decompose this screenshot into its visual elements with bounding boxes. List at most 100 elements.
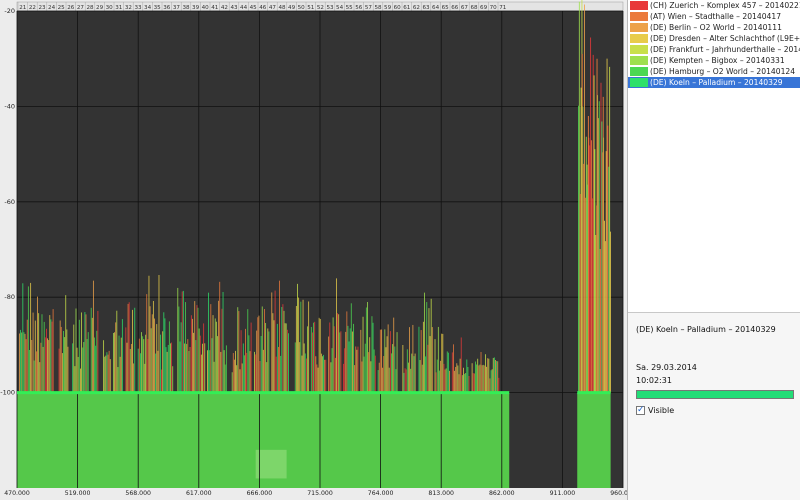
ruler-label: 71 (499, 5, 507, 11)
ruler-label: 61 (403, 5, 411, 11)
series-list-item[interactable]: (DE) Dresden – Alter Schlachthof (L9E+P8… (628, 33, 800, 44)
y-tick-label: -60 (4, 198, 15, 206)
x-tick-label: 764.000 (368, 490, 394, 497)
signal-floor-patch (255, 449, 287, 479)
series-list-item[interactable]: (CH) Zuerich – Komplex 457 – 20140221 (628, 0, 800, 11)
ruler-label: 45 (250, 5, 258, 11)
series-list-item[interactable]: (DE) Kempten – Bigbox – 20140331 (628, 55, 800, 66)
series-color-swatch (630, 78, 648, 87)
ruler-label: 39 (192, 5, 200, 11)
ruler-label: 29 (96, 5, 104, 11)
series-list-item[interactable]: (DE) Hamburg – O2 World – 20140124 (628, 66, 800, 77)
series-label: (CH) Zuerich – Komplex 457 – 20140221 (650, 1, 800, 10)
series-color-swatch (630, 56, 648, 65)
series-label: (DE) Dresden – Alter Schlachthof (L9E+P8… (650, 34, 800, 43)
ruler-label: 24 (48, 5, 56, 11)
ruler-label: 40 (202, 5, 210, 11)
ruler-label: 67 (461, 5, 469, 11)
x-tick-label: 911.000 (550, 490, 576, 497)
ruler-label: 46 (259, 5, 267, 11)
series-label: (AT) Wien – Stadthalle – 20140417 (650, 12, 782, 21)
series-color-swatch (630, 67, 648, 76)
ruler-label: 70 (490, 5, 498, 11)
ruler-label: 34 (144, 5, 152, 11)
spectrum-chart[interactable]: 21 22 23 24 25 26 27 28 29 30 31 32 33 34 35 36 37 38 39 40… (0, 0, 627, 500)
ruler-label: 58 (374, 5, 382, 11)
x-tick-label: 519.000 (65, 490, 91, 497)
ruler-label: 32 (125, 5, 132, 11)
ruler-label: 37 (173, 5, 181, 11)
series-list-item[interactable]: (AT) Wien – Stadthalle – 20140417 (628, 11, 800, 22)
series-label: (DE) Berlin – O2 World – 20140111 (650, 23, 782, 32)
series-color-swatch (630, 12, 648, 21)
series-label: (DE) Hamburg – O2 World – 20140124 (650, 67, 796, 76)
ruler-label: 55 (346, 5, 354, 11)
ruler-label: 36 (163, 5, 171, 11)
ruler-label: 63 (422, 5, 430, 11)
x-tick-label: 568.000 (125, 490, 151, 497)
ruler-label: 26 (67, 5, 75, 11)
signal-floor (577, 392, 611, 488)
ruler-label: 21 (19, 5, 27, 11)
series-list[interactable]: (CH) Zuerich – Komplex 457 – 20140221 (AT… (628, 0, 800, 313)
ruler-label: 51 (307, 5, 315, 11)
ruler-label: 43 (230, 5, 238, 11)
series-color-swatch (630, 23, 648, 32)
series-label: (DE) Kempten – Bigbox – 20140331 (650, 56, 785, 65)
ruler-label: 25 (58, 5, 66, 11)
series-list-item[interactable]: (DE) Koeln – Palladium – 20140329 (628, 77, 800, 88)
ruler-label: 48 (278, 5, 286, 11)
ruler-label: 62 (413, 5, 420, 11)
series-color-swatch (630, 34, 648, 43)
ruler-label: 28 (86, 5, 94, 11)
ruler-label: 35 (154, 5, 162, 11)
series-color-swatch (630, 45, 648, 54)
selected-series-date: Sa. 29.03.2014 (636, 363, 697, 372)
x-tick-label: 666.000 (247, 490, 273, 497)
series-label: (DE) Frankfurt – Jahrhunderthalle – 2014… (650, 45, 800, 54)
ruler-label: 47 (269, 5, 277, 11)
ruler-label: 23 (38, 5, 46, 11)
ruler-label: 54 (336, 5, 344, 11)
ruler-label: 50 (298, 5, 306, 11)
x-tick-label: 862.000 (489, 490, 515, 497)
x-tick-label: 617.000 (186, 490, 212, 497)
visible-toggle[interactable]: Visible (636, 404, 675, 417)
series-color-swatch[interactable] (636, 390, 794, 399)
ruler-label: 31 (115, 5, 123, 11)
ruler-label: 66 (451, 5, 459, 11)
sidebar: (CH) Zuerich – Komplex 457 – 20140221 (AT… (627, 0, 800, 500)
y-tick-label: -100 (0, 389, 15, 397)
ruler-label: 60 (394, 5, 402, 11)
ruler-label: 56 (355, 5, 363, 11)
ruler-label: 27 (77, 5, 85, 11)
series-list-item[interactable]: (DE) Berlin – O2 World – 20140111 (628, 22, 800, 33)
ruler-label: 64 (432, 5, 440, 11)
ruler-label: 57 (365, 5, 373, 11)
ruler-label: 33 (134, 5, 142, 11)
y-tick-label: -80 (4, 293, 15, 301)
x-tick-label: 813.000 (428, 490, 454, 497)
ruler-label: 44 (240, 5, 248, 11)
series-list-item[interactable]: (DE) Frankfurt – Jahrhunderthalle – 2014… (628, 44, 800, 55)
visible-label: Visible (648, 406, 675, 415)
ruler-label: 59 (384, 5, 392, 11)
y-tick-label: -20 (4, 7, 15, 15)
series-color-swatch (630, 1, 648, 10)
ruler-label: 69 (480, 5, 488, 11)
x-tick-label: 715.000 (307, 490, 333, 497)
ruler-label: 41 (211, 5, 219, 11)
spectrum-plot-panel[interactable]: 21 22 23 24 25 26 27 28 29 30 31 32 33 34 35 36 37 38 39 40… (0, 0, 627, 500)
ruler-label: 65 (442, 5, 450, 11)
ruler-label: 38 (182, 5, 190, 11)
x-tick-label: 960.000 (610, 490, 627, 497)
x-tick-label: 470.000 (4, 490, 30, 497)
y-tick-label: -40 (4, 102, 15, 110)
ruler-label: 42 (221, 5, 228, 11)
ruler-label: 49 (288, 5, 296, 11)
ruler-label: 22 (29, 5, 36, 11)
ruler-label: 30 (106, 5, 114, 11)
visible-checkbox[interactable] (636, 404, 645, 416)
ruler-label: 52 (317, 5, 324, 11)
ruler-label: 53 (326, 5, 334, 11)
